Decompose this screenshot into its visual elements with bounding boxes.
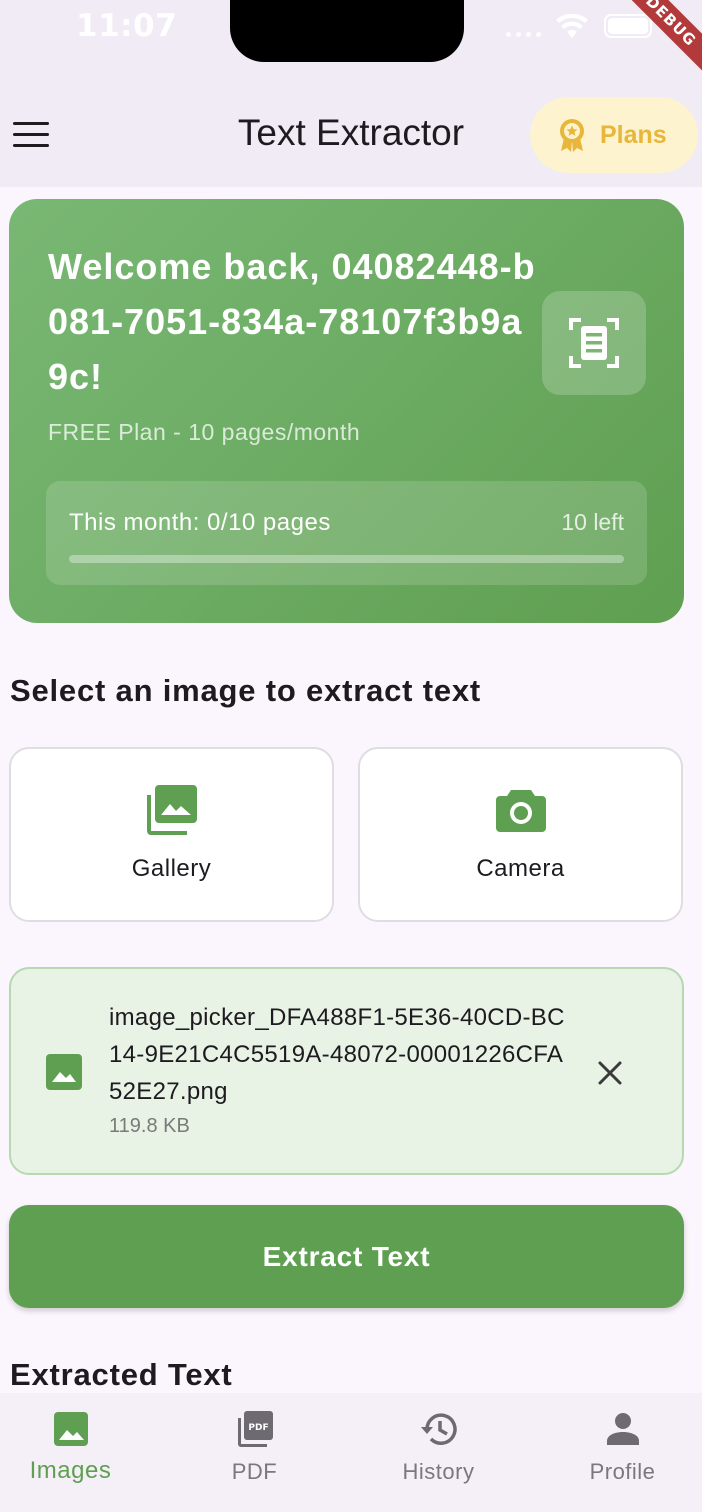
plans-button[interactable]: Plans bbox=[530, 97, 698, 173]
document-scan-badge bbox=[542, 291, 646, 395]
usage-box: This month: 0/10 pages 10 left bbox=[46, 481, 647, 585]
close-icon[interactable] bbox=[594, 1057, 626, 1089]
extracted-text-title: Extracted Text bbox=[10, 1357, 233, 1392]
welcome-title: Welcome back, 04082448-b081-7051-834a-78… bbox=[48, 246, 536, 397]
pdf-icon: PDF bbox=[237, 1411, 273, 1447]
gallery-button[interactable]: Gallery bbox=[9, 747, 334, 922]
nav-label-pdf: PDF bbox=[231, 1459, 278, 1484]
plan-info: FREE Plan - 10 pages/month bbox=[48, 419, 361, 445]
image-icon bbox=[53, 1412, 88, 1446]
camera-icon bbox=[495, 790, 546, 832]
cellular-signal-icon bbox=[506, 32, 541, 37]
image-icon bbox=[46, 1054, 82, 1090]
camera-button[interactable]: Camera bbox=[358, 747, 683, 922]
extract-text-label: Extract Text bbox=[262, 1240, 431, 1272]
nav-label-history: History bbox=[402, 1459, 475, 1484]
award-badge-icon bbox=[560, 119, 584, 152]
top-app-area: 11:07 DEBUG Text Extractor Plans bbox=[0, 0, 702, 187]
nav-label-profile: Profile bbox=[589, 1459, 656, 1484]
nav-item-history[interactable]: History bbox=[351, 1393, 526, 1512]
plans-label: Plans bbox=[600, 120, 667, 149]
debug-banner: DEBUG bbox=[608, 0, 702, 84]
nav-item-pdf[interactable]: PDF PDF bbox=[167, 1393, 342, 1512]
svg-text:PDF: PDF bbox=[248, 1423, 268, 1433]
battery-icon bbox=[604, 14, 652, 38]
extract-text-button[interactable]: Extract Text bbox=[9, 1205, 684, 1308]
usage-text: This month: 0/10 pages bbox=[69, 509, 331, 536]
history-icon bbox=[420, 1413, 457, 1445]
selected-file-card: image_picker_DFA488F1-5E36-40CD-BC14-9E2… bbox=[9, 967, 684, 1175]
gallery-label: Gallery bbox=[131, 855, 212, 882]
wifi-icon bbox=[556, 14, 588, 38]
usage-progress-bar bbox=[69, 555, 624, 563]
person-icon bbox=[606, 1413, 639, 1445]
dynamic-island bbox=[230, 0, 464, 62]
file-name: image_picker_DFA488F1-5E36-40CD-BC14-9E2… bbox=[109, 1004, 565, 1105]
nav-item-images[interactable]: Images bbox=[0, 1393, 158, 1512]
document-scan-icon bbox=[569, 318, 619, 368]
bottom-navigation: Images PDF PDF History Profile bbox=[0, 1393, 702, 1512]
nav-item-profile[interactable]: Profile bbox=[535, 1393, 702, 1512]
nav-label-images: Images bbox=[29, 1457, 112, 1484]
welcome-card: Welcome back, 04082448-b081-7051-834a-78… bbox=[9, 199, 684, 623]
gallery-icon bbox=[146, 785, 197, 835]
usage-remaining: 10 left bbox=[561, 509, 624, 535]
select-image-title: Select an image to extract text bbox=[10, 673, 482, 708]
camera-label: Camera bbox=[476, 855, 565, 882]
status-time: 11:07 bbox=[76, 8, 178, 44]
file-size: 119.8 KB bbox=[109, 1115, 190, 1137]
